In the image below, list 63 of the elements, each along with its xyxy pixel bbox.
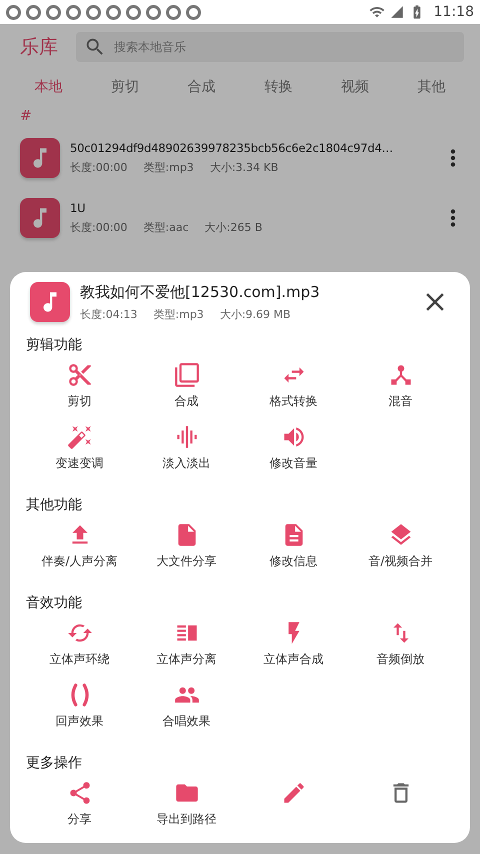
scissors-icon <box>66 362 92 388</box>
action-item[interactable]: 立体声环绕 <box>26 616 133 678</box>
action-item[interactable]: 伴奏/人声分离 <box>26 518 133 580</box>
clock: 11:18 <box>434 4 474 20</box>
action-item[interactable]: 导出到路径 <box>133 776 240 838</box>
section-letter: # <box>19 107 33 126</box>
action-item[interactable]: 音频倒放 <box>347 616 454 678</box>
song-length: 长度:00:00 <box>70 220 128 235</box>
music-note-icon <box>20 198 60 238</box>
music-note-icon <box>20 138 60 178</box>
action-item[interactable]: 合成 <box>133 358 240 420</box>
action-item[interactable]: 格式转换 <box>240 358 347 420</box>
action-item[interactable]: 回声效果 <box>26 678 133 740</box>
tab[interactable]: 视频 <box>316 74 394 100</box>
search-bar[interactable]: 搜索本地音乐 <box>76 32 464 62</box>
section-heading: 更多操作 <box>26 754 83 772</box>
notification-icon <box>6 4 21 20</box>
action-item[interactable]: 合唱效果 <box>133 678 240 740</box>
song-length: 长度:04:13 <box>80 306 138 322</box>
action-item[interactable]: 分享 <box>26 776 133 838</box>
song-size: 大小:3.34 KB <box>210 160 278 175</box>
song-length: 长度:00:00 <box>70 160 128 175</box>
notification-icon <box>186 4 201 20</box>
action-item[interactable]: 立体声合成 <box>240 616 347 678</box>
notification-icon <box>106 4 121 20</box>
tab[interactable]: 转换 <box>240 74 317 100</box>
squares-icon <box>174 362 200 388</box>
action-item[interactable]: 立体声分离 <box>133 616 240 678</box>
song-size: 大小:265 B <box>204 220 262 235</box>
song-type: 类型:mp3 <box>153 306 204 322</box>
action-item[interactable]: 混音 <box>347 358 454 420</box>
search-field[interactable]: 搜索本地音乐 <box>112 39 456 55</box>
action-item[interactable]: 音/视频合并 <box>347 518 454 580</box>
tab[interactable]: 剪切 <box>86 74 164 100</box>
notification-icon <box>46 4 61 20</box>
song-name: 1U <box>70 201 86 215</box>
action-item[interactable]: 修改信息 <box>240 518 347 580</box>
signal-icon <box>390 5 404 19</box>
song-type: 类型:aac <box>143 220 189 235</box>
section-heading: 剪辑功能 <box>26 336 83 354</box>
app-title: 乐库 <box>20 35 58 60</box>
song-size: 大小:9.69 MB <box>220 306 291 322</box>
section-heading: 音效功能 <box>26 594 83 612</box>
notification-icon <box>66 4 81 20</box>
magic-wand-icon <box>66 424 92 450</box>
action-item[interactable]: 剪切 <box>26 358 133 420</box>
notification-icon <box>26 4 41 20</box>
action-item[interactable]: 大文件分享 <box>133 518 240 580</box>
notification-icon <box>86 4 101 20</box>
music-note-icon <box>30 282 70 322</box>
notification-icon <box>166 4 181 20</box>
action-item[interactable]: 淡入淡出 <box>133 420 240 482</box>
notification-icon <box>126 4 141 20</box>
section-heading: 其他功能 <box>26 496 83 514</box>
song-title: 教我如何不爱他[12530.com].mp3 <box>80 282 321 302</box>
wifi-icon <box>368 4 385 20</box>
action-item[interactable]: 变速变调 <box>26 420 133 482</box>
notification-icon <box>146 4 161 20</box>
song-name: 50c01294df9d48902639978235bcb56c6e2c1804c97d4… <box>70 141 394 155</box>
tab[interactable]: 合成 <box>163 74 240 100</box>
tab[interactable]: 其他 <box>393 74 470 100</box>
song-type: 类型:mp3 <box>143 160 194 175</box>
action-item[interactable]: 修改音量 <box>240 420 347 482</box>
